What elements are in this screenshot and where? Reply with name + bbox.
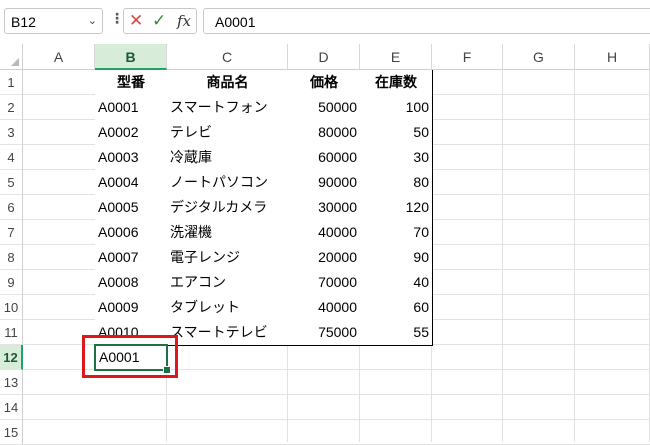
gridline-vertical <box>502 70 503 442</box>
select-all-icon <box>11 58 19 66</box>
chevron-down-icon[interactable]: ⌄ <box>88 14 97 27</box>
table-cell[interactable]: A0005 <box>95 195 168 221</box>
table-cell[interactable]: A0006 <box>95 220 168 246</box>
table-cell[interactable]: 冷蔵庫 <box>167 145 289 171</box>
formula-buttons: ✕ ✓ fx <box>123 8 197 34</box>
name-box[interactable]: B12 ⌄ <box>4 8 103 34</box>
table-cell[interactable]: A0004 <box>95 170 168 196</box>
table-cell[interactable]: 80000 <box>288 120 361 146</box>
column-header-f[interactable]: F <box>432 44 503 70</box>
select-all-button[interactable] <box>0 44 23 70</box>
table-header-cell[interactable]: 在庫数 <box>360 70 433 96</box>
column-header-b[interactable]: B <box>95 44 167 70</box>
table-cell[interactable]: 70 <box>360 220 433 246</box>
table-cell[interactable]: 20000 <box>288 245 361 271</box>
more-options-icon[interactable]: ⋮ <box>110 10 124 27</box>
insert-function-icon[interactable]: fx <box>177 12 191 30</box>
column-header-h[interactable]: H <box>575 44 650 70</box>
table-cell[interactable]: 75000 <box>288 320 361 346</box>
gridline-horizontal <box>23 394 650 395</box>
table-cell[interactable]: スマートフォン <box>167 95 289 121</box>
table-header-cell[interactable]: 商品名 <box>167 70 289 96</box>
table-cell[interactable]: 40 <box>360 270 433 296</box>
row-header-8[interactable]: 8 <box>0 245 23 270</box>
row-header-13[interactable]: 13 <box>0 370 23 395</box>
table-cell[interactable]: 120 <box>360 195 433 221</box>
table-cell[interactable]: 80 <box>360 170 433 196</box>
row-header-15[interactable]: 15 <box>0 420 23 445</box>
formula-input[interactable]: A0001 <box>203 8 650 34</box>
table-cell[interactable]: テレビ <box>167 120 289 146</box>
row-header-14[interactable]: 14 <box>0 395 23 420</box>
column-header-a[interactable]: A <box>23 44 95 70</box>
row-header-10[interactable]: 10 <box>0 295 23 320</box>
column-header-d[interactable]: D <box>288 44 360 70</box>
table-cell[interactable]: ノートパソコン <box>167 170 289 196</box>
table-cell[interactable]: 40000 <box>288 220 361 246</box>
table-cell[interactable]: A0009 <box>95 295 168 321</box>
table-cell[interactable]: 30 <box>360 145 433 171</box>
table-cell[interactable]: 90000 <box>288 170 361 196</box>
row-header-7[interactable]: 7 <box>0 220 23 245</box>
table-cell[interactable]: 90 <box>360 245 433 271</box>
row-header-6[interactable]: 6 <box>0 195 23 220</box>
table-cell[interactable]: 40000 <box>288 295 361 321</box>
highlight-annotation <box>82 335 178 378</box>
table-header-cell[interactable]: 型番 <box>95 70 168 96</box>
table-cell[interactable]: A0001 <box>95 95 168 121</box>
row-header-4[interactable]: 4 <box>0 145 23 170</box>
row-header-11[interactable]: 11 <box>0 320 23 345</box>
table-header-cell[interactable]: 価格 <box>288 70 361 96</box>
table-cell[interactable]: A0003 <box>95 145 168 171</box>
gridline-vertical <box>574 70 575 442</box>
cancel-icon[interactable]: ✕ <box>129 11 143 31</box>
spreadsheet-grid[interactable]: A B C D E F G H 1 2 3 4 5 6 7 8 9 10 11 12 13 14 15 型番 商品名 価格 在庫数… <box>0 44 650 445</box>
row-header-9[interactable]: 9 <box>0 270 23 295</box>
row-header-5[interactable]: 5 <box>0 170 23 195</box>
name-box-value: B12 <box>11 14 36 30</box>
table-cell[interactable]: 70000 <box>288 270 361 296</box>
table-cell[interactable]: エアコン <box>167 270 289 296</box>
table-cell[interactable]: A0008 <box>95 270 168 296</box>
table-cell[interactable]: 60 <box>360 295 433 321</box>
table-cell[interactable]: 洗濯機 <box>167 220 289 246</box>
row-header-3[interactable]: 3 <box>0 120 23 145</box>
formula-bar: B12 ⌄ ⋮ ✕ ✓ fx A0001 <box>0 0 650 44</box>
table-cell[interactable]: A0002 <box>95 120 168 146</box>
row-header-12[interactable]: 12 <box>0 345 23 370</box>
table-cell[interactable]: 50 <box>360 120 433 146</box>
table-cell[interactable]: 55 <box>360 320 433 346</box>
gridline-horizontal <box>23 419 650 420</box>
table-cell[interactable]: 100 <box>360 95 433 121</box>
checkmark-icon[interactable]: ✓ <box>152 11 166 31</box>
table-cell[interactable]: 50000 <box>288 95 361 121</box>
column-header-c[interactable]: C <box>167 44 288 70</box>
column-header-e[interactable]: E <box>360 44 432 70</box>
table-cell[interactable]: スマートテレビ <box>167 320 289 346</box>
column-header-g[interactable]: G <box>503 44 575 70</box>
row-header-2[interactable]: 2 <box>0 95 23 120</box>
table-cell[interactable]: 60000 <box>288 145 361 171</box>
table-cell[interactable]: 電子レンジ <box>167 245 289 271</box>
formula-text: A0001 <box>215 14 256 30</box>
table-cell[interactable]: デジタルカメラ <box>167 195 289 221</box>
table-cell[interactable]: タブレット <box>167 295 289 321</box>
row-header-1[interactable]: 1 <box>0 70 23 95</box>
table-cell[interactable]: A0007 <box>95 245 168 271</box>
table-cell[interactable]: 30000 <box>288 195 361 221</box>
